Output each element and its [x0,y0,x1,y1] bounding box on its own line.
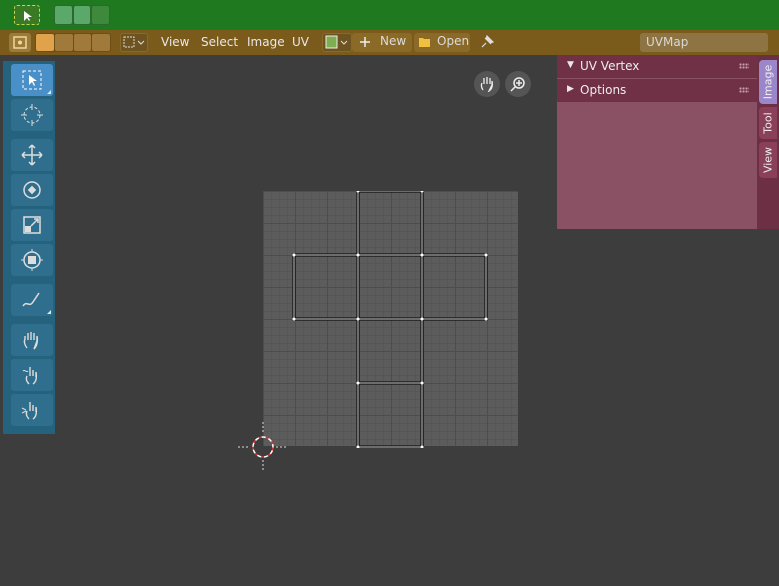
sidebar-panel: ▼ UV Vertex ▶ Options [557,55,757,229]
pivot-mode-group [35,33,111,52]
grab-tool[interactable] [11,324,53,356]
pivot-cursor-icon[interactable] [73,34,92,51]
tool-variants-indicator [47,310,51,314]
new-label: New [380,34,407,48]
tab-image[interactable]: Image [759,60,777,104]
select-box-tool[interactable] [11,64,53,96]
grab-icon [23,332,39,350]
cursor-tool[interactable] [11,99,53,131]
panel-title: Options [580,83,627,97]
menu-select[interactable]: Select [201,34,238,51]
annotate-tool[interactable] [11,284,53,316]
open-image-button[interactable]: Open [414,33,470,52]
rotate-icon [23,181,41,199]
tab-label: View [761,146,775,174]
zoom-icon [510,77,525,92]
panel-options[interactable]: ▶ Options [557,79,757,102]
pivot-bounding-box-icon[interactable] [36,34,54,51]
annotate-icon [22,292,40,307]
relax-tool[interactable] [11,359,53,391]
pivot-median-icon[interactable] [54,34,73,51]
plus-icon [360,37,370,47]
transform-tool[interactable] [11,244,53,276]
menu-uv[interactable]: UV [292,34,309,51]
snap-dropdown[interactable] [120,33,148,52]
editor-type-button[interactable] [9,33,31,52]
image-browse-dropdown[interactable] [322,33,352,52]
panel-title: UV Vertex [580,59,640,73]
uv-map-field[interactable]: UVMap [640,33,768,52]
tab-label: Tool [761,112,775,134]
rotate-tool[interactable] [11,174,53,206]
cursor-icon [21,104,43,126]
tab-tool[interactable]: Tool [759,107,777,139]
drag-grip-icon[interactable] [739,87,749,93]
uv-mesh-islands[interactable] [263,191,518,448]
relax-icon [22,367,38,385]
pan-view-button[interactable] [474,71,500,97]
tab-view[interactable]: View [759,142,777,178]
top-bar [0,0,779,30]
sync-vertex-icon[interactable] [55,6,72,24]
zoom-view-button[interactable] [505,71,531,97]
tool-shelf [3,61,55,434]
uv-editor-icon [13,36,27,49]
transform-icon [21,249,43,271]
select-box-icon [22,70,42,90]
pin-icon [481,34,495,48]
move-tool[interactable] [11,139,53,171]
cursor-select-icon [24,11,32,21]
hand-pan-icon [480,77,494,92]
scale-tool[interactable] [11,209,53,241]
folder-icon [419,38,430,47]
sync-edge-icon[interactable] [73,6,91,24]
pin-button[interactable] [478,33,498,52]
pinch-tool[interactable] [11,394,53,426]
open-label: Open [437,34,470,48]
pinch-icon [21,402,38,420]
select-mode-button[interactable] [14,5,40,25]
panel-uv-vertex[interactable]: ▼ UV Vertex [557,55,757,78]
collapsed-triangle-icon: ▶ [567,84,574,94]
tool-variants-indicator [47,90,51,94]
drag-grip-icon[interactable] [739,63,749,69]
tab-label: Image [761,64,775,100]
snap-select-icon [123,36,145,48]
sync-face-icon[interactable] [92,6,110,24]
uv-sync-mode-group [54,5,110,25]
scale-icon [23,216,41,234]
expanded-triangle-icon: ▼ [567,60,574,70]
pivot-individual-icon[interactable] [92,34,110,51]
image-browse-icon [325,35,348,49]
menu-image[interactable]: Image [247,34,285,51]
move-icon [21,144,43,166]
uv-editor-header: View Select Image UV New Open UVMap [0,30,779,55]
menu-view[interactable]: View [161,34,189,51]
2d-cursor-icon[interactable] [236,420,290,474]
new-image-button[interactable]: New [352,33,412,52]
sidebar-tabs: Image Tool View [757,55,779,229]
